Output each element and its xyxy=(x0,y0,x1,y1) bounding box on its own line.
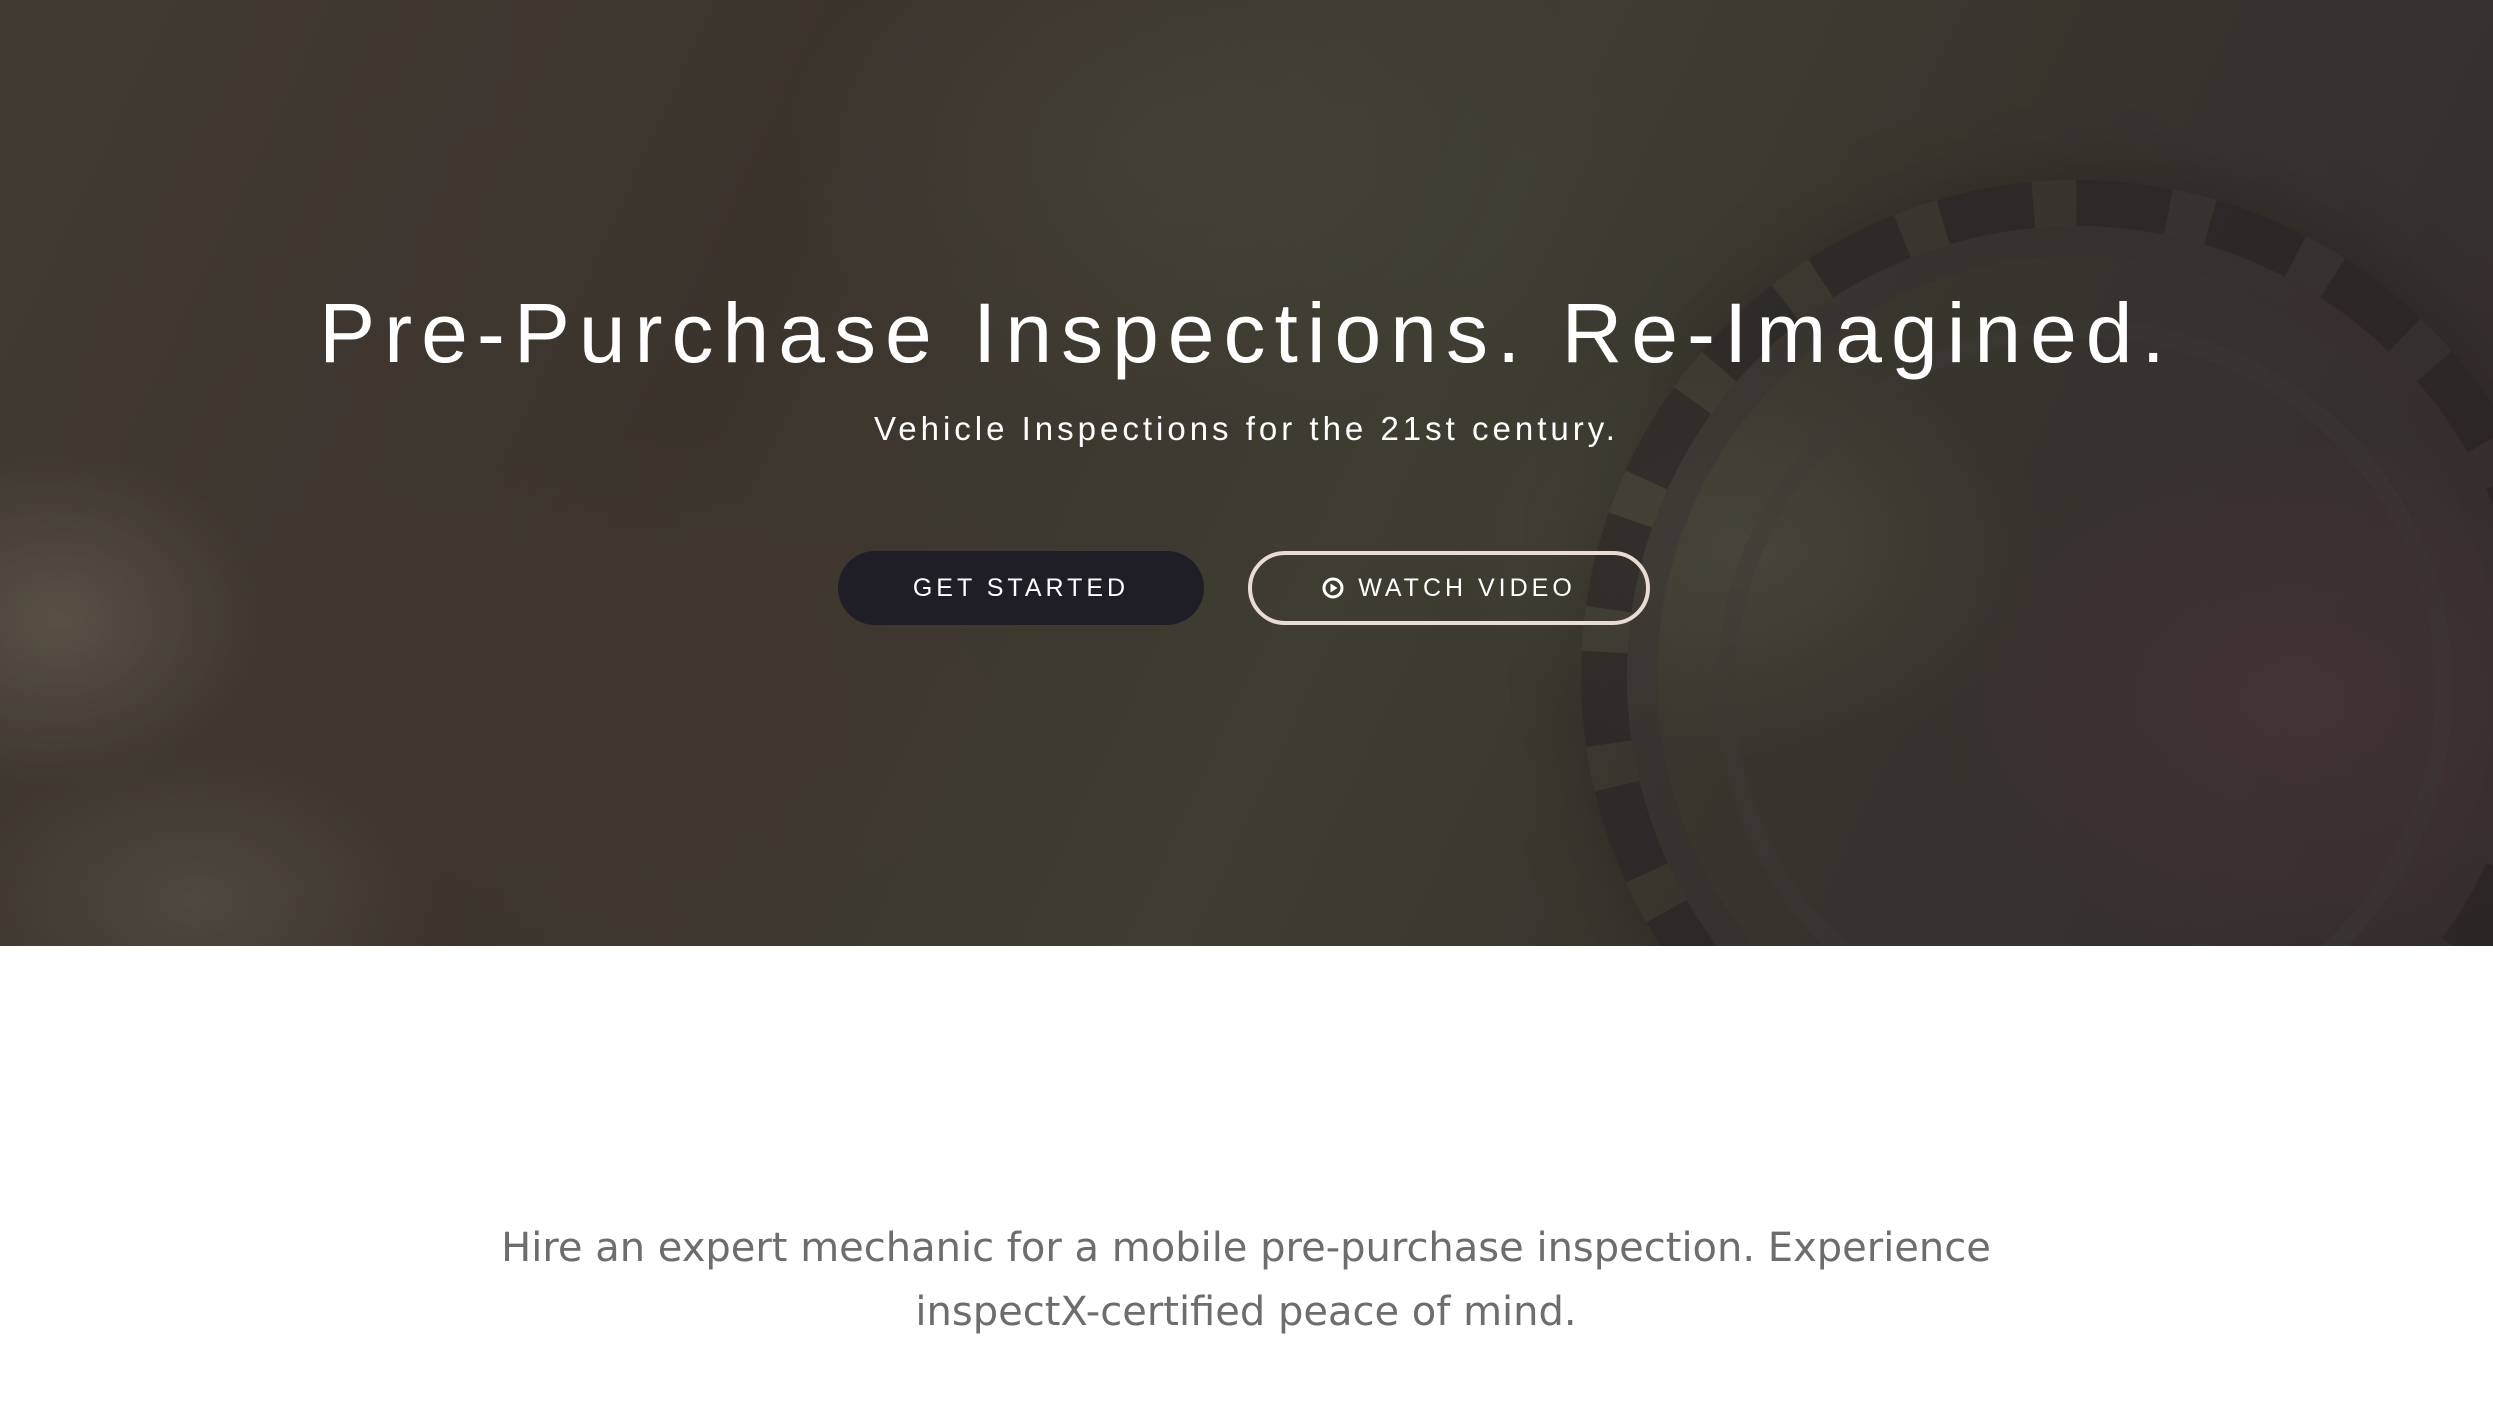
play-circle-icon xyxy=(1322,577,1344,599)
hero-subtitle: Vehicle Inspections for the 21st century… xyxy=(874,410,1619,447)
intro-text: Hire an expert mechanic for a mobile pre… xyxy=(501,1225,1991,1335)
hero-title: Pre-Purchase Inspections. Re-Imagined. xyxy=(319,286,2174,380)
hero-section: Pre-Purchase Inspections. Re-Imagined. V… xyxy=(0,0,2493,946)
watch-video-button[interactable]: WATCH VIDEO xyxy=(1248,551,1650,625)
get-started-label: GET STARTED xyxy=(912,573,1130,602)
get-started-button[interactable]: GET STARTED xyxy=(838,551,1204,625)
hero-content: Pre-Purchase Inspections. Re-Imagined. V… xyxy=(0,0,2493,946)
watch-video-label: WATCH VIDEO xyxy=(1358,573,1576,602)
page: Pre-Purchase Inspections. Re-Imagined. V… xyxy=(0,0,2493,1406)
